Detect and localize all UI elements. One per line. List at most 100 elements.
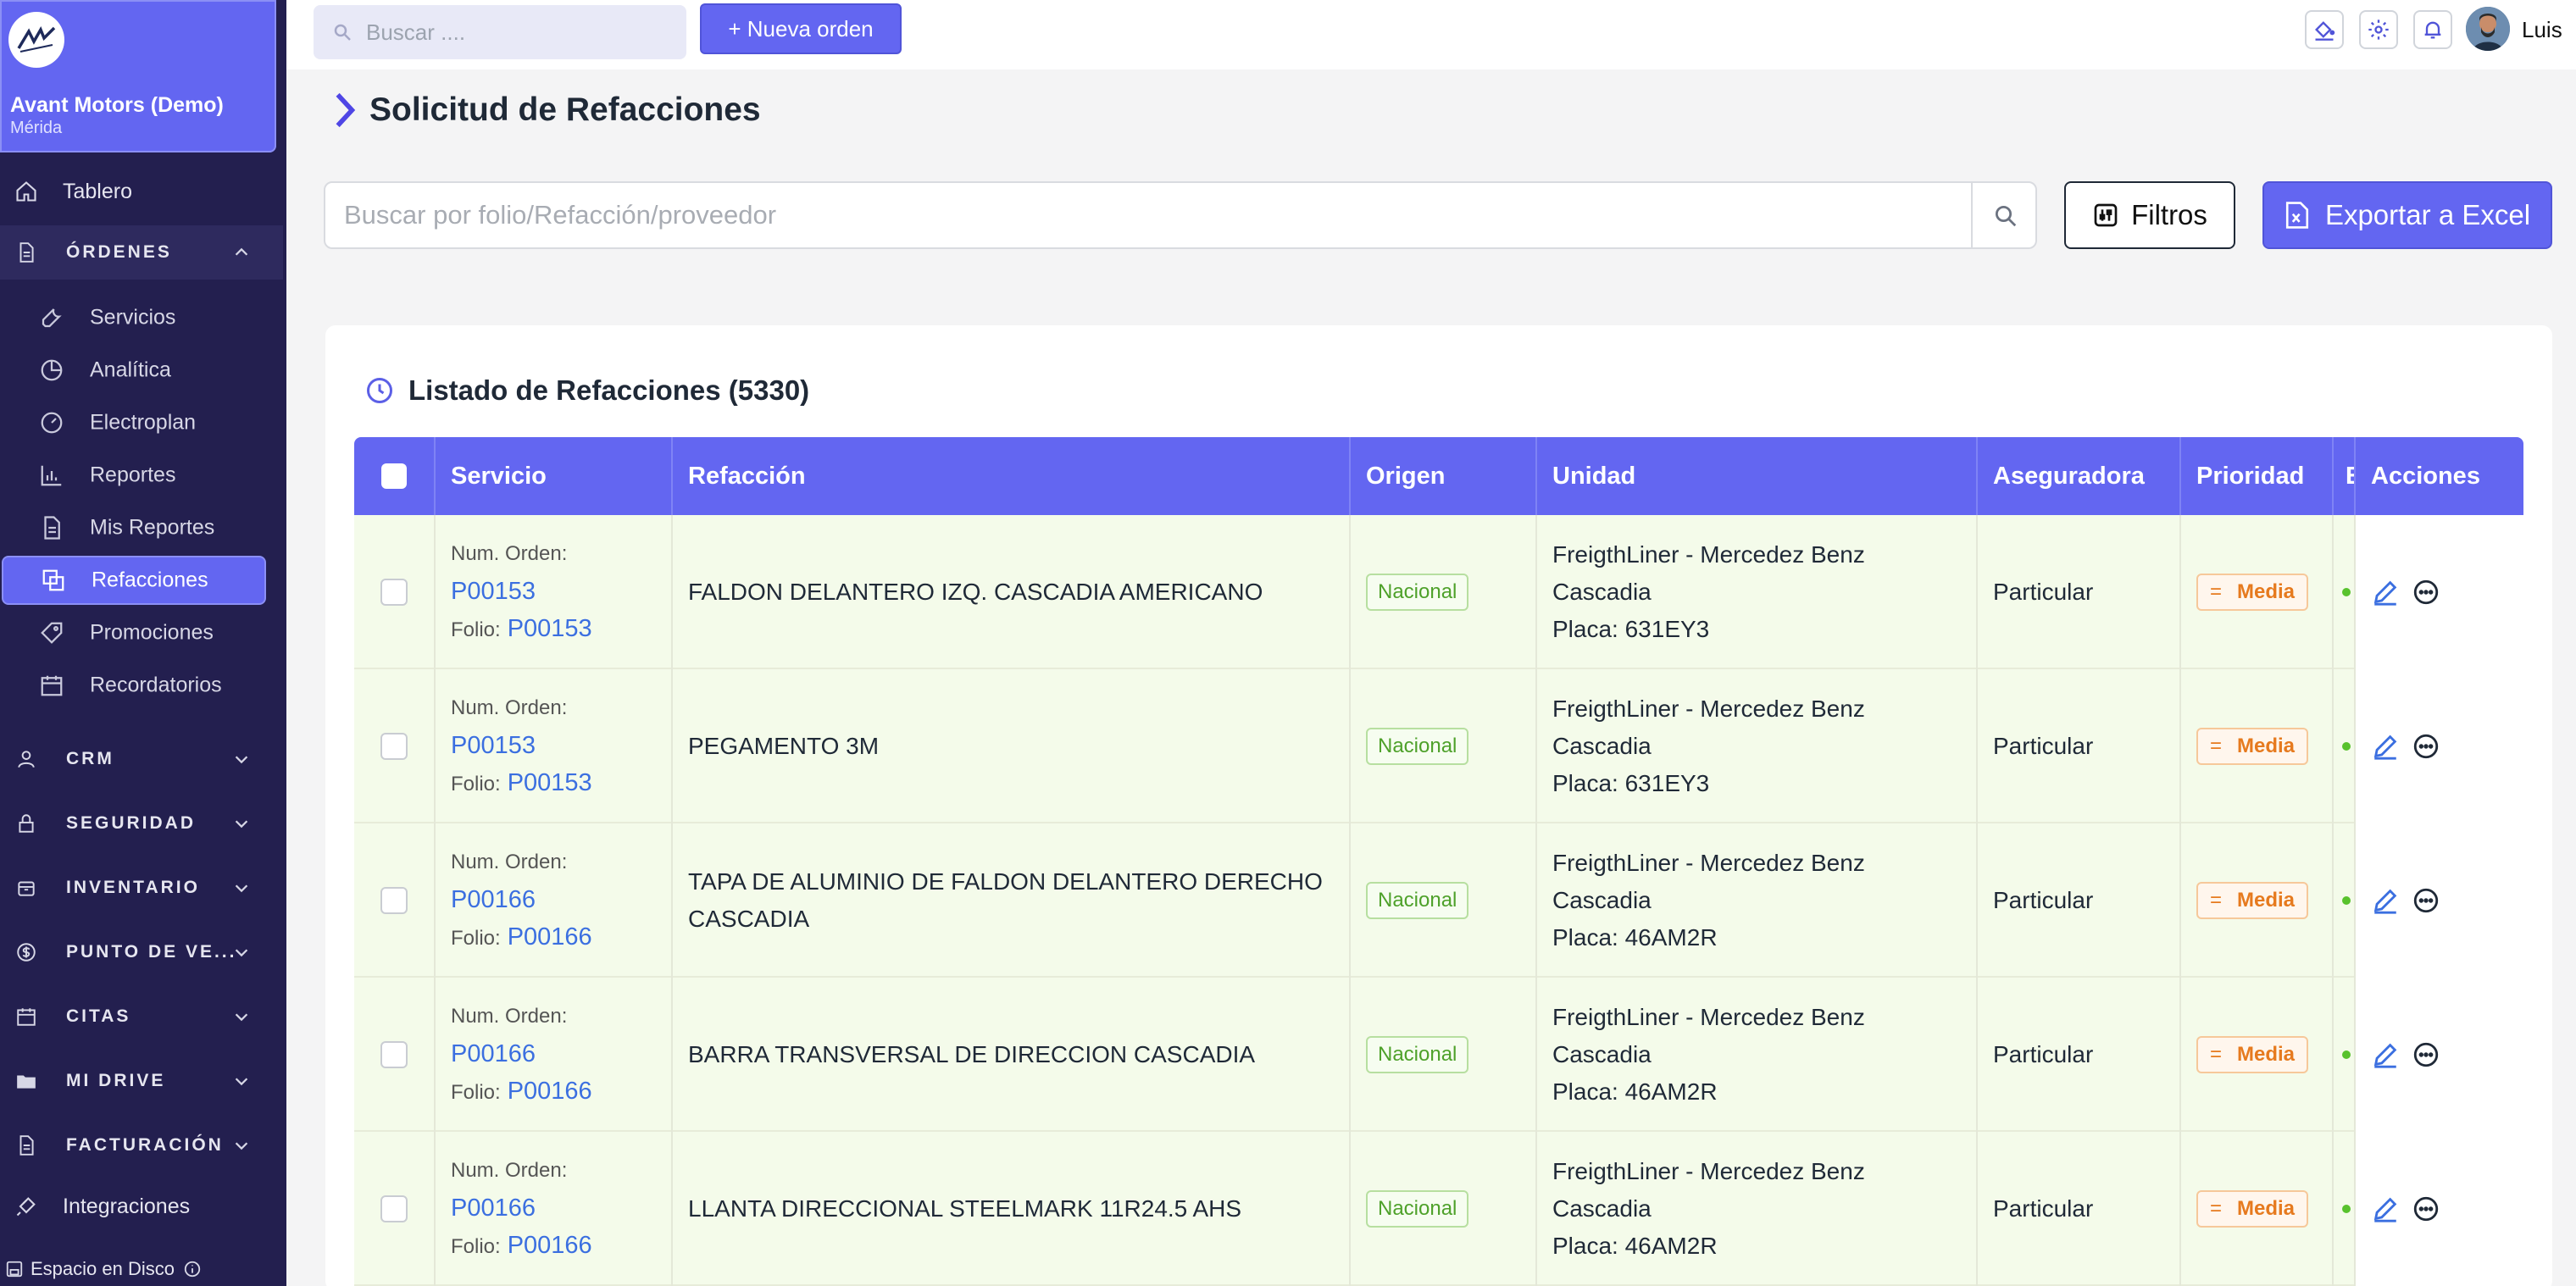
folio-link[interactable]: P00166 <box>508 918 592 956</box>
sidebar-section-label: SEGURIDAD <box>66 813 197 833</box>
table-row[interactable]: Num. Orden: P00166 Folio: P00166 TAPA DE … <box>354 823 2523 978</box>
disk-usage[interactable]: Espacio en Disco <box>0 1252 286 1286</box>
lock-icon <box>14 811 39 836</box>
sidebar-item-integraciones[interactable]: Integraciones <box>0 1179 283 1233</box>
table-row[interactable]: Num. Orden: P00166 Folio: P00166 LLANTA D… <box>354 1132 2523 1286</box>
refacciones-search-input[interactable] <box>344 183 1937 247</box>
prioridad-text: Media <box>2237 1197 2296 1220</box>
table-row[interactable]: Num. Orden: P00166 Folio: P00166 BARRA TR… <box>354 978 2523 1132</box>
refacciones-search[interactable] <box>324 181 2037 249</box>
cell-acciones <box>2356 978 2523 1132</box>
orden-link[interactable]: P00153 <box>451 727 671 764</box>
more-options-icon[interactable] <box>2412 732 2440 761</box>
box-icon <box>14 875 39 901</box>
row-checkbox[interactable] <box>380 1195 408 1222</box>
sidebar-item-analitica[interactable]: Analítica <box>0 346 283 395</box>
refaccion-text: FALDON DELANTERO IZQ. CASCADIA AMERICANO <box>688 579 1263 605</box>
table-row[interactable]: Num. Orden: P00153 Folio: P00153 FALDON D… <box>354 515 2523 669</box>
global-search-input[interactable] <box>366 19 671 46</box>
search-icon[interactable] <box>1993 203 2018 229</box>
num-orden-label: Num. Orden: <box>451 696 568 719</box>
table-row[interactable]: Num. Orden: P00153 Folio: P00153 PEGAMENT… <box>354 669 2523 823</box>
num-orden-label: Num. Orden: <box>451 542 568 565</box>
orden-link[interactable]: P00166 <box>451 881 671 918</box>
row-checkbox[interactable] <box>380 733 408 760</box>
column-header-aseguradora[interactable]: Aseguradora <box>1978 437 2181 515</box>
org-switcher[interactable]: Avant Motors (Demo) Mérida <box>0 0 276 152</box>
row-select-cell <box>354 823 436 978</box>
folio-link[interactable]: P00153 <box>508 764 592 801</box>
row-checkbox[interactable] <box>380 579 408 606</box>
sidebar-item-servicios[interactable]: Servicios <box>0 293 283 342</box>
orden-link[interactable]: P00153 <box>451 573 671 610</box>
sidebar-item-electroplan[interactable]: Electroplan <box>0 398 283 447</box>
folio-link[interactable]: P00166 <box>508 1073 592 1110</box>
export-excel-label: Exportar a Excel <box>2324 199 2531 230</box>
org-logo <box>8 12 64 68</box>
sidebar-item-promociones[interactable]: Promociones <box>0 608 283 657</box>
plug-icon <box>14 1194 39 1219</box>
cell-estado <box>2334 515 2356 669</box>
row-checkbox[interactable] <box>380 887 408 914</box>
unidad-marca: FreigthLiner - Mercedez Benz <box>1552 541 1865 568</box>
edit-icon[interactable] <box>2371 1195 2400 1223</box>
column-header-prioridad[interactable]: Prioridad <box>2181 437 2334 515</box>
sidebar-section-punto-de-venta[interactable]: PUNTO DE VE... <box>0 925 283 979</box>
more-options-icon[interactable] <box>2412 1040 2440 1069</box>
column-header-unidad[interactable]: Unidad <box>1537 437 1978 515</box>
folio-link[interactable]: P00153 <box>508 610 592 647</box>
column-header-servicio[interactable]: Servicio <box>436 437 673 515</box>
orden-link[interactable]: P00166 <box>451 1189 671 1227</box>
folio-label: Folio: <box>451 927 501 950</box>
tag-icon <box>41 622 63 644</box>
avatar[interactable] <box>2466 7 2510 51</box>
sidebar-item-recordatorios[interactable]: Recordatorios <box>0 661 283 710</box>
export-excel-button[interactable]: Exportar a Excel <box>2262 181 2552 249</box>
new-order-button[interactable]: + Nueva orden <box>700 3 902 54</box>
sidebar-section-crm[interactable]: CRM <box>0 732 283 786</box>
sidebar-section-mi-drive[interactable]: MI DRIVE <box>0 1054 283 1108</box>
column-header-refaccion[interactable]: Refacción <box>673 437 1351 515</box>
user-name[interactable]: Luis <box>2522 17 2562 43</box>
sidebar-section-facturacion[interactable]: FACTURACIÓN <box>0 1118 283 1172</box>
paint-bucket-button[interactable] <box>2305 10 2344 49</box>
unidad-modelo: Cascadia <box>1552 1041 1652 1067</box>
sidebar-item-mis-reportes[interactable]: Mis Reportes <box>0 503 283 552</box>
unidad-marca: FreigthLiner - Mercedez Benz <box>1552 850 1865 876</box>
cell-acciones <box>2356 1132 2523 1286</box>
sidebar-section-seguridad[interactable]: SEGURIDAD <box>0 796 283 851</box>
sidebar-item-refacciones[interactable]: Refacciones <box>2 556 266 605</box>
sidebar-section-ordenes[interactable]: ÓRDENES <box>0 225 283 280</box>
unidad-marca: FreigthLiner - Mercedez Benz <box>1552 1158 1865 1184</box>
cell-origen: Nacional <box>1351 1132 1537 1286</box>
notifications-button[interactable] <box>2413 10 2452 49</box>
global-search[interactable] <box>314 5 686 59</box>
sidebar-section-citas[interactable]: CITAS <box>0 989 283 1044</box>
cell-unidad: FreigthLiner - Mercedez Benz Cascadia Pl… <box>1537 823 1978 978</box>
sidebar-item-tablero[interactable]: Tablero <box>0 164 283 219</box>
status-dot <box>2342 1050 2351 1059</box>
orden-link[interactable]: P00166 <box>451 1035 671 1073</box>
unidad-marca: FreigthLiner - Mercedez Benz <box>1552 696 1865 722</box>
chevron-down-icon <box>235 884 248 893</box>
edit-icon[interactable] <box>2371 886 2400 915</box>
edit-icon[interactable] <box>2371 578 2400 607</box>
cell-servicio: Num. Orden: P00166 Folio: P00166 <box>436 823 673 978</box>
edit-icon[interactable] <box>2371 1040 2400 1069</box>
more-options-icon[interactable] <box>2412 578 2440 607</box>
settings-button[interactable] <box>2359 10 2398 49</box>
row-select-cell <box>354 669 436 823</box>
row-checkbox[interactable] <box>380 1041 408 1068</box>
folio-link[interactable]: P00166 <box>508 1227 592 1264</box>
info-icon[interactable] <box>183 1260 202 1278</box>
sidebar-section-inventario[interactable]: INVENTARIO <box>0 861 283 915</box>
cell-servicio: Num. Orden: P00153 Folio: P00153 <box>436 669 673 823</box>
filters-button[interactable]: Filtros <box>2064 181 2235 249</box>
more-options-icon[interactable] <box>2412 886 2440 915</box>
edit-icon[interactable] <box>2371 732 2400 761</box>
select-all-checkbox[interactable] <box>381 463 407 489</box>
more-options-icon[interactable] <box>2412 1195 2440 1223</box>
column-header-origen[interactable]: Origen <box>1351 437 1537 515</box>
column-header-estado[interactable]: E <box>2334 437 2356 515</box>
sidebar-item-reportes[interactable]: Reportes <box>0 451 283 500</box>
